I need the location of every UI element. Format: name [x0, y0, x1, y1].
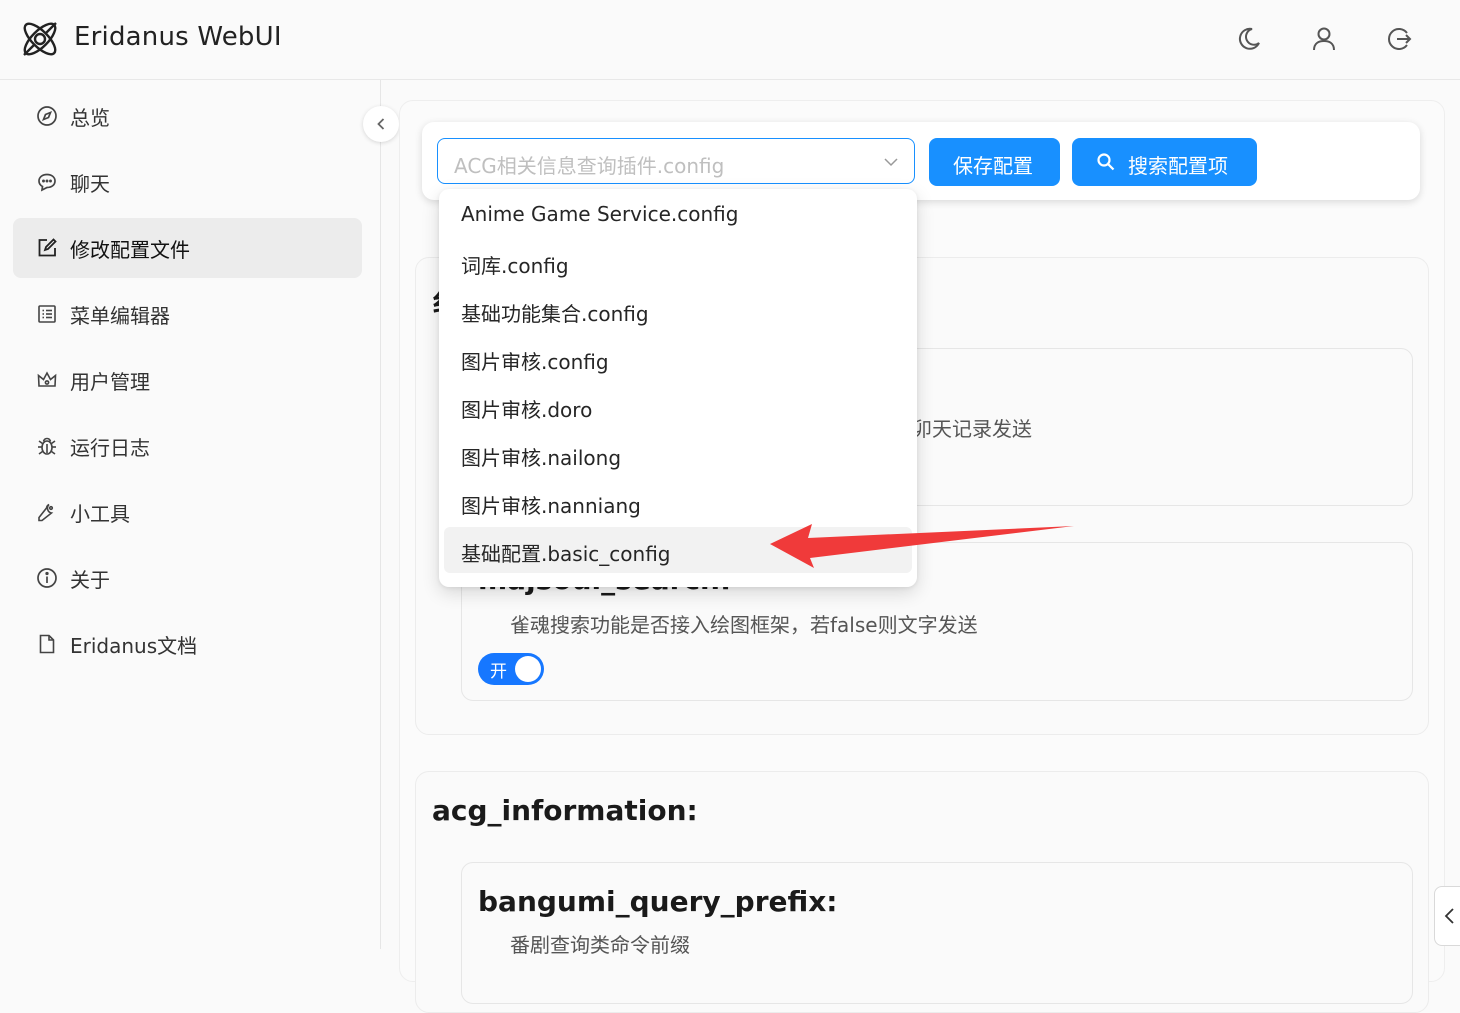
- select-placeholder: ACG相关信息查询插件.config: [454, 154, 725, 178]
- sidebar: 总览 聊天 修改配置文件 菜单编辑器 用户管理 运行日志 小工具 关于 Erid…: [0, 80, 381, 949]
- sidebar-item-label: 修改配置文件: [70, 238, 190, 262]
- moon-icon[interactable]: [1234, 24, 1264, 54]
- sidebar-item-label: 菜单编辑器: [70, 304, 170, 328]
- app-title: Eridanus WebUI: [74, 22, 282, 52]
- dropdown-option[interactable]: 图片审核.doro: [444, 383, 912, 429]
- dropdown-option[interactable]: Anime Game Service.config: [444, 191, 912, 237]
- config-item-title: bangumi_query_prefix:: [478, 885, 838, 918]
- sidebar-item-docs[interactable]: Eridanus文档: [13, 614, 362, 674]
- sidebar-item-user-management[interactable]: 用户管理: [13, 350, 362, 410]
- search-icon: [1096, 152, 1116, 172]
- info-icon: [36, 567, 58, 589]
- sidebar-item-label: 运行日志: [70, 436, 150, 460]
- dropdown-option-label: 词库.config: [461, 254, 569, 278]
- sidebar-item-label: 用户管理: [70, 370, 150, 394]
- sidebar-item-logs[interactable]: 运行日志: [13, 416, 362, 476]
- sidebar-item-label: 聊天: [70, 172, 110, 196]
- sidebar-item-edit-config[interactable]: 修改配置文件: [13, 218, 362, 278]
- tool-icon: [36, 501, 58, 523]
- logout-icon[interactable]: [1384, 24, 1414, 54]
- bug-icon: [36, 435, 58, 457]
- sidebar-item-about[interactable]: 关于: [13, 548, 362, 608]
- red-arrow-annotation: [766, 520, 1078, 572]
- edit-icon: [36, 237, 58, 259]
- dropdown-option[interactable]: 图片审核.nailong: [444, 431, 912, 477]
- sidebar-item-label: 小工具: [70, 502, 130, 526]
- sidebar-item-chat[interactable]: 聊天: [13, 152, 362, 212]
- dropdown-option[interactable]: 图片审核.nanniang: [444, 479, 912, 525]
- dropdown-option-label: 图片审核.nailong: [461, 446, 622, 470]
- dropdown-option-label: Anime Game Service.config: [461, 202, 739, 226]
- section-heading: acg_information:: [432, 794, 698, 827]
- sidebar-item-label: 总览: [70, 106, 110, 130]
- sidebar-item-label: 关于: [70, 568, 110, 592]
- sidebar-item-overview[interactable]: 总览: [13, 86, 362, 146]
- dropdown-option-label: 图片审核.nanniang: [461, 494, 641, 518]
- sidebar-item-menu-editor[interactable]: 菜单编辑器: [13, 284, 362, 344]
- right-panel-toggle-button[interactable]: [1434, 886, 1460, 946]
- majsoul-toggle-switch[interactable]: 开: [478, 653, 544, 685]
- config-item-card-bangumi: bangumi_query_prefix: 番剧查询类命令前缀: [461, 862, 1413, 1004]
- sidebar-item-tools[interactable]: 小工具: [13, 482, 362, 542]
- list-icon: [36, 303, 58, 325]
- crown-icon: [36, 369, 58, 391]
- save-config-button[interactable]: 保存配置: [929, 138, 1060, 186]
- toggle-knob: [515, 656, 541, 682]
- chevron-down-icon: [882, 153, 900, 171]
- sidebar-collapse-button[interactable]: [363, 106, 399, 142]
- chat-icon: [36, 171, 58, 193]
- top-header: Eridanus WebUI: [0, 0, 1460, 80]
- save-button-label: 保存配置: [953, 154, 1033, 178]
- sidebar-item-label: Eridanus文档: [70, 634, 198, 658]
- config-item-description: 卯天记录发送: [912, 417, 1032, 441]
- file-icon: [36, 633, 58, 655]
- user-icon[interactable]: [1309, 24, 1339, 54]
- dropdown-option-label: 图片审核.config: [461, 350, 609, 374]
- dropdown-option-label: 图片审核.doro: [461, 398, 593, 422]
- compass-icon: [36, 105, 58, 127]
- dropdown-option-label: 基础功能集合.config: [461, 302, 649, 326]
- dropdown-option[interactable]: 词库.config: [444, 239, 912, 285]
- toggle-label: 开: [490, 662, 507, 682]
- logo-icon: [18, 17, 62, 61]
- config-item-description: 番剧查询类命令前缀: [510, 933, 690, 957]
- dropdown-option[interactable]: 图片审核.config: [444, 335, 912, 381]
- search-config-button[interactable]: 搜索配置项: [1072, 138, 1257, 186]
- dropdown-option-label: 基础配置.basic_config: [461, 542, 671, 566]
- config-file-select[interactable]: ACG相关信息查询插件.config: [437, 138, 915, 184]
- config-item-description: 雀魂搜索功能是否接入绘图框架，若false则文字发送: [510, 613, 978, 637]
- search-button-label: 搜索配置项: [1128, 154, 1228, 178]
- dropdown-option[interactable]: 基础功能集合.config: [444, 287, 912, 333]
